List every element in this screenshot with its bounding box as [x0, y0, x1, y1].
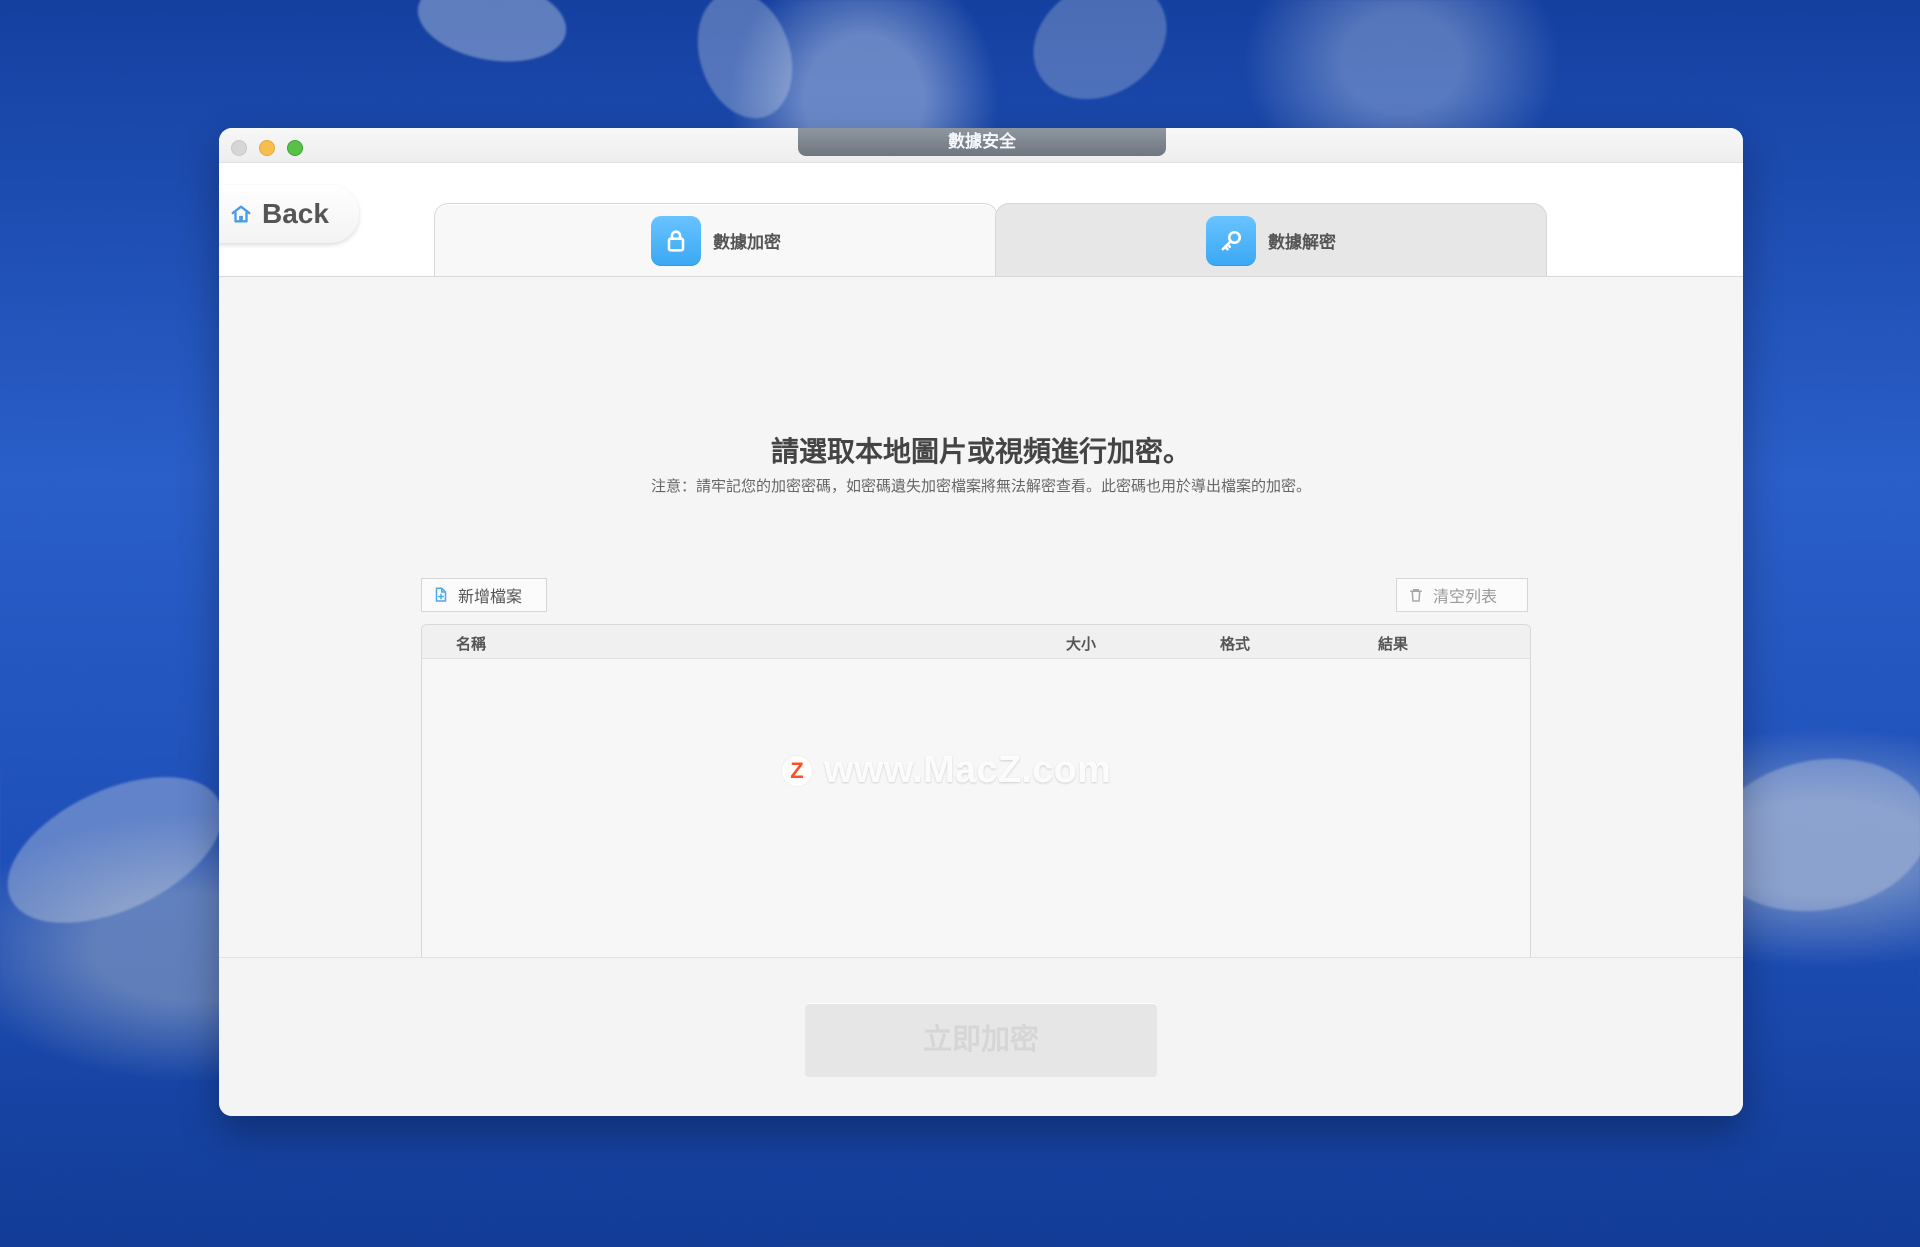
background-highlight — [682, 0, 808, 131]
minimize-window-button[interactable] — [259, 140, 275, 156]
titlebar: 數據安全 — [219, 128, 1743, 163]
window-title: 數據安全 — [798, 128, 1166, 156]
watermark-text: www.MacZ.com — [824, 749, 1112, 791]
background-shape — [0, 747, 245, 953]
zoom-window-button[interactable] — [287, 140, 303, 156]
key-icon — [1206, 215, 1256, 266]
add-file-label: 新增檔案 — [458, 589, 523, 606]
main-content: 請選取本地圖片或視頻進行加密。 注意：請牢記您的加密密碼，如密碼遺失加密檔案將無… — [219, 277, 1743, 1060]
trash-icon — [1410, 589, 1422, 602]
add-file-button[interactable]: 新增檔案 — [421, 578, 547, 612]
home-icon — [231, 205, 251, 223]
tab-bar: 數據加密 數據解密 — [434, 203, 1547, 277]
footer-bar: 立即加密 — [219, 957, 1743, 1116]
lock-icon — [651, 215, 701, 266]
back-button[interactable]: Back — [219, 185, 359, 243]
back-label: Back — [262, 198, 329, 229]
tab-data-decryption[interactable]: 數據解密 — [995, 203, 1547, 277]
encrypt-now-button[interactable]: 立即加密 — [805, 1003, 1157, 1077]
watermark: Z www.MacZ.com — [782, 749, 1111, 792]
encryption-note: 注意：請牢記您的加密密碼，如密碼遺失加密檔案將無法解密查看。此密碼也用於導出檔案… — [650, 478, 1311, 495]
column-size[interactable]: 大小 — [1066, 633, 1096, 654]
add-file-icon — [435, 587, 447, 602]
clear-list-button[interactable]: 清空列表 — [1396, 578, 1528, 612]
close-window-button[interactable] — [231, 140, 247, 156]
tab-data-encryption[interactable]: 數據加密 — [434, 203, 998, 277]
column-result[interactable]: 結果 — [1378, 633, 1408, 654]
column-format[interactable]: 格式 — [1220, 633, 1250, 654]
page-title: 請選取本地圖片或視頻進行加密。 — [770, 436, 1191, 467]
clear-list-label: 清空列表 — [1433, 589, 1498, 606]
tab-label: 數據解密 — [1268, 233, 1336, 252]
table-header: 名稱 大小 格式 結果 — [422, 625, 1530, 659]
column-name[interactable]: 名稱 — [456, 633, 486, 654]
watermark-logo: Z — [782, 755, 812, 786]
background-highlight — [411, 0, 573, 73]
background-highlight — [1011, 0, 1189, 123]
app-window: 數據安全 Back 數據加密 數據解密 請選取本地圖片或視頻進行加密。 注意：請… — [219, 128, 1743, 1116]
tab-label: 數據加密 — [713, 233, 781, 252]
